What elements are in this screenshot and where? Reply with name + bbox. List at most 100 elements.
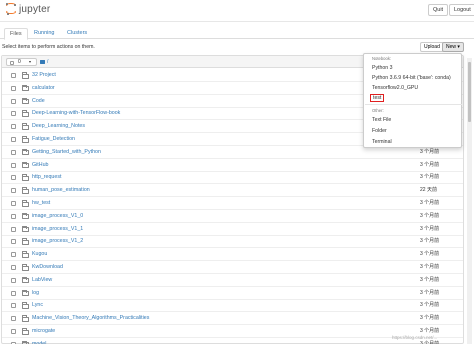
row-checkbox[interactable]	[11, 149, 16, 155]
breadcrumb-root[interactable]: /	[47, 59, 48, 65]
item-name[interactable]: Fatigue_Detection	[32, 136, 75, 143]
row-checkbox[interactable]	[11, 239, 16, 245]
folder-icon	[22, 302, 29, 309]
table-row[interactable]: hw_test 3 个月前	[2, 197, 463, 210]
select-all-dropdown[interactable]: 0 ▾	[6, 58, 37, 66]
select-all-checkbox[interactable]	[10, 60, 14, 65]
folder-icon	[22, 200, 29, 207]
item-name[interactable]: LabView	[32, 277, 52, 284]
item-modified: 3 个月前	[420, 225, 440, 232]
item-name[interactable]: Machine_Vision_Theory_Algorithms_Practic…	[32, 315, 149, 322]
jupyter-logo[interactable]: jupyter	[6, 3, 50, 15]
new-dropdown-menu: Notebook: Python 3 Python 3.6.9 64-bit (…	[363, 53, 462, 148]
item-name[interactable]: Kugou	[32, 251, 47, 258]
row-checkbox[interactable]	[11, 188, 16, 194]
new-button[interactable]: New ▾	[442, 42, 464, 52]
item-modified: 3 个月前	[420, 302, 440, 309]
item-name[interactable]: image_process_V1_1	[32, 226, 83, 233]
item-modified: 3 个月前	[420, 251, 440, 258]
item-name[interactable]: log	[32, 290, 39, 297]
kernel-python369-conda[interactable]: Python 3.6.9 64-bit ('base': conda)	[372, 75, 451, 81]
kernel-test[interactable]: test	[370, 94, 385, 102]
item-name[interactable]: image_process_V1_2	[32, 238, 83, 245]
folder-icon	[22, 238, 29, 245]
breadcrumb[interactable]: /	[40, 58, 48, 66]
item-name[interactable]: Getting_Started_with_Python	[32, 149, 101, 156]
quit-button[interactable]: Quit	[428, 4, 449, 16]
row-checkbox[interactable]	[11, 277, 16, 283]
row-checkbox[interactable]	[11, 265, 16, 270]
table-row[interactable]: image_process_V1_2 3 个月前	[2, 235, 463, 249]
tab-clusters[interactable]: Clusters	[62, 28, 92, 39]
upload-button[interactable]: Upload	[420, 42, 444, 52]
new-folder[interactable]: Folder	[372, 128, 387, 134]
row-checkbox[interactable]	[11, 73, 16, 78]
new-text-file[interactable]: Text File	[372, 117, 391, 123]
row-checkbox[interactable]	[11, 162, 16, 168]
other-section-header: Other:	[372, 108, 384, 113]
item-modified: 3 个月前	[420, 328, 440, 334]
folder-icon	[22, 225, 29, 233]
tab-running[interactable]: Running	[29, 28, 60, 39]
item-name[interactable]: Lync	[32, 302, 43, 309]
item-modified: 3 个月前	[420, 276, 440, 283]
table-row[interactable]: Kugou 3 个月前	[2, 248, 463, 262]
folder-icon	[22, 328, 29, 335]
row-checkbox[interactable]	[11, 303, 16, 309]
row-checkbox[interactable]	[11, 226, 16, 232]
row-checkbox[interactable]	[11, 85, 16, 91]
folder-icon	[22, 251, 29, 258]
table-row[interactable]: Lync 3 个月前	[2, 299, 463, 313]
scrollbar-thumb[interactable]	[468, 62, 471, 122]
notebook-section-header: Notebook:	[372, 56, 392, 61]
table-row[interactable]: image_process_V1_1 3 个月前	[2, 223, 463, 236]
row-checkbox[interactable]	[11, 213, 16, 219]
row-checkbox[interactable]	[11, 175, 16, 181]
row-checkbox[interactable]	[11, 111, 16, 117]
row-checkbox[interactable]	[11, 201, 16, 206]
chevron-down-icon[interactable]: ▾	[29, 59, 31, 65]
item-name[interactable]: http_request	[32, 174, 61, 181]
menu-divider	[365, 104, 462, 105]
item-modified: 22 天前	[420, 187, 437, 194]
table-row[interactable]: http_request 3 个月前	[2, 171, 463, 185]
row-checkbox[interactable]	[11, 290, 16, 296]
folder-icon	[22, 289, 29, 297]
table-row[interactable]: LabView 3 个月前	[2, 274, 463, 287]
item-name[interactable]: hw_test	[32, 200, 50, 207]
folder-icon	[22, 212, 29, 220]
table-row[interactable]: image_process_V1_0 3 个月前	[2, 210, 463, 223]
row-checkbox[interactable]	[11, 137, 16, 142]
row-checkbox[interactable]	[11, 252, 16, 258]
item-name[interactable]: Deep-Learning-with-TensorFlow-book	[32, 110, 120, 117]
table-row[interactable]: human_pose_estimation 22 天前	[2, 184, 463, 198]
item-name[interactable]: Deep_Learning_Notes	[32, 123, 85, 130]
watermark: https://blog.csdn.net/...	[392, 335, 438, 340]
item-name[interactable]: calculator	[32, 85, 55, 92]
kernel-tensorflow2-gpu[interactable]: Tensorflow2.0_GPU	[372, 85, 418, 91]
row-checkbox[interactable]	[11, 98, 16, 104]
table-row[interactable]: log 3 个月前	[2, 287, 463, 300]
table-row[interactable]: KwDownload 3 个月前	[2, 261, 463, 274]
row-checkbox[interactable]	[11, 316, 16, 322]
item-name[interactable]: GitHub	[32, 162, 49, 169]
new-terminal[interactable]: Terminal	[372, 139, 392, 145]
tab-files[interactable]: Files	[4, 28, 28, 40]
row-checkbox[interactable]	[11, 329, 16, 334]
item-name[interactable]: human_pose_estimation	[32, 187, 90, 194]
item-name[interactable]: Code	[32, 98, 45, 105]
logout-button[interactable]: Logout	[449, 4, 474, 16]
item-name[interactable]: 32 Project	[32, 72, 56, 79]
kernel-python3[interactable]: Python 3	[372, 65, 392, 71]
row-checkbox[interactable]	[11, 124, 16, 130]
item-name[interactable]: KwDownload	[32, 264, 63, 271]
folder-icon	[22, 264, 29, 271]
item-name[interactable]: microgate	[32, 328, 55, 335]
vertical-scrollbar[interactable]	[467, 58, 472, 344]
table-row[interactable]: Machine_Vision_Theory_Algorithms_Practic…	[2, 312, 463, 326]
table-row[interactable]: GitHub 3 个月前	[2, 159, 463, 172]
item-name[interactable]: image_process_V1_0	[32, 213, 83, 220]
item-modified: 3 个月前	[420, 264, 440, 270]
folder-icon	[22, 123, 29, 130]
folder-icon	[22, 148, 29, 156]
